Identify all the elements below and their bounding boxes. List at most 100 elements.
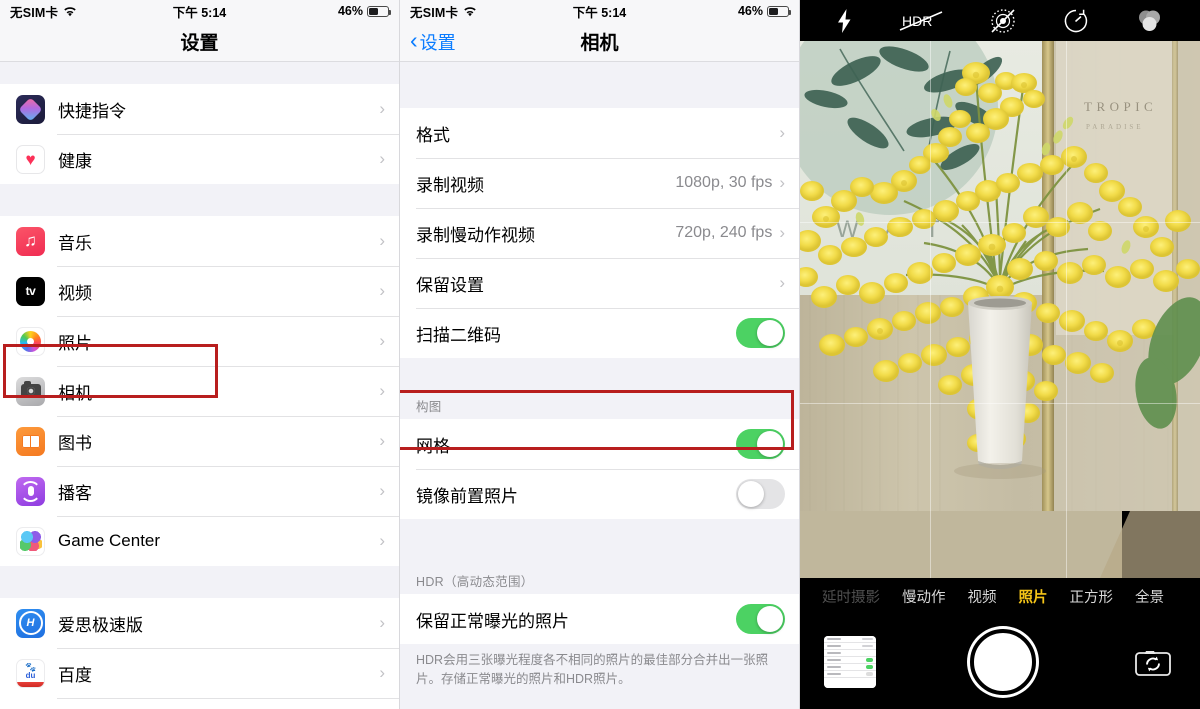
- camera-mode-selector[interactable]: 延时摄影 慢动作 视频 照片 正方形 全景: [800, 578, 1200, 615]
- setting-row-preserve-settings[interactable]: 保留设置 ›: [400, 258, 799, 308]
- battery-percent-label: 46%: [737, 4, 763, 18]
- viewfinder-scene: W A T TROPIC PARADISE: [800, 41, 1200, 578]
- setting-row-format[interactable]: 格式 ›: [400, 108, 799, 158]
- row-label: 扫描二维码: [416, 325, 501, 345]
- last-photo-thumbnail[interactable]: [824, 636, 876, 688]
- tv-icon: [16, 276, 45, 306]
- sidebar-item-baidu[interactable]: 🐾 du 百度 ›: [0, 648, 399, 698]
- flash-icon[interactable]: [837, 8, 852, 33]
- setting-row-mirror-front-photos[interactable]: 镜像前置照片: [400, 469, 799, 519]
- camera-settings-navbar: ‹ 设置 相机: [400, 22, 799, 62]
- baidu-icon: 🐾 du: [16, 658, 45, 688]
- row-label: 图书: [58, 433, 92, 453]
- sidebar-item-podcasts[interactable]: 播客 ›: [0, 466, 399, 516]
- row-label: 音乐: [58, 233, 92, 253]
- podcasts-icon: [16, 476, 45, 506]
- mode-slomo[interactable]: 慢动作: [902, 586, 946, 607]
- chevron-right-icon: ›: [779, 123, 785, 142]
- camera-icon: [16, 376, 45, 406]
- mode-video[interactable]: 视频: [968, 586, 997, 607]
- svg-text:TROPIC: TROPIC: [1084, 99, 1157, 114]
- camera-bottom-controls: [800, 615, 1200, 709]
- chevron-left-icon: ‹: [410, 27, 418, 53]
- sidebar-item-tv[interactable]: 视频 ›: [0, 266, 399, 316]
- flip-camera-button[interactable]: [1130, 642, 1176, 682]
- setting-row-record-video[interactable]: 录制视频 1080p, 30 fps ›: [400, 158, 799, 208]
- row-label: 视频: [58, 283, 92, 303]
- page-title: 相机: [580, 33, 619, 54]
- group-spacer: [0, 566, 399, 598]
- sidebar-item-camera[interactable]: 相机 ›: [0, 366, 399, 416]
- camera-settings-scroll[interactable]: 格式 › 录制视频 1080p, 30 fps › 录制慢动作视频 720p, …: [400, 62, 799, 709]
- status-bar-right-group: 46%: [737, 4, 791, 18]
- row-label: 镜像前置照片: [416, 486, 518, 506]
- sidebar-item-shortcuts[interactable]: 快捷指令 ›: [0, 84, 399, 134]
- carrier-label: 无SIM卡: [10, 5, 59, 20]
- setting-row-grid[interactable]: 网格: [400, 419, 799, 469]
- mode-square[interactable]: 正方形: [1070, 586, 1114, 607]
- sidebar-item-music[interactable]: 音乐 ›: [0, 216, 399, 266]
- mode-photo[interactable]: 照片: [1019, 586, 1048, 607]
- back-button-label: 设置: [419, 32, 456, 53]
- sidebar-item-douyin[interactable]: 抖音 ›: [0, 698, 399, 709]
- row-label: 百度: [58, 665, 92, 685]
- group-spacer: [0, 62, 399, 84]
- camera-group-composition: 网格 镜像前置照片: [400, 419, 799, 519]
- row-value: 1080p, 30 fps: [675, 174, 773, 191]
- row-label: 健康: [58, 151, 92, 171]
- filters-icon[interactable]: [1135, 8, 1163, 34]
- shutter-button[interactable]: [970, 629, 1036, 695]
- setting-row-scan-qr[interactable]: 扫描二维码: [400, 308, 799, 358]
- shortcuts-icon: [16, 94, 45, 124]
- mode-pano[interactable]: 全景: [1135, 586, 1164, 607]
- aisi-icon: [16, 608, 45, 638]
- carrier-label: 无SIM卡: [410, 5, 459, 20]
- camera-top-controls: HDR: [800, 0, 1200, 41]
- camera-group-capture: 格式 › 录制视频 1080p, 30 fps › 录制慢动作视频 720p, …: [400, 108, 799, 358]
- mirror-front-toggle[interactable]: [736, 479, 785, 509]
- status-bar-left-group: 无SIM卡: [10, 2, 77, 21]
- row-label: 录制视频: [416, 175, 484, 195]
- baidu-wordmark: du: [25, 670, 36, 680]
- chevron-right-icon: ›: [379, 149, 385, 168]
- grid-toggle[interactable]: [736, 429, 785, 459]
- page-title: 设置: [180, 33, 219, 54]
- hdr-off-icon[interactable]: HDR: [898, 9, 944, 33]
- live-photo-off-icon[interactable]: [990, 8, 1016, 34]
- row-label: 格式: [416, 125, 450, 145]
- battery-icon: [767, 5, 791, 17]
- chevron-right-icon: ›: [779, 273, 785, 292]
- row-label: Game Center: [58, 531, 161, 550]
- row-label: 相机: [58, 383, 92, 403]
- thumbnail-preview: [824, 636, 876, 688]
- settings-scroll[interactable]: 快捷指令 › 健康 › 音乐 › 视频: [0, 62, 399, 709]
- row-label: 网格: [416, 436, 450, 456]
- camera-viewfinder[interactable]: W A T TROPIC PARADISE: [800, 41, 1200, 578]
- books-icon: [16, 426, 45, 456]
- keep-normal-photo-toggle[interactable]: [736, 604, 785, 634]
- status-bar-left-group: 无SIM卡: [410, 2, 477, 21]
- camera-settings-panel: 无SIM卡 下午 5:14 46% ‹ 设置 相机 格式 › 录制视频 1080…: [400, 0, 800, 709]
- setting-row-keep-normal-photo[interactable]: 保留正常曝光的照片: [400, 594, 799, 644]
- sidebar-item-books[interactable]: 图书 ›: [0, 416, 399, 466]
- sidebar-item-photos[interactable]: 照片 ›: [0, 316, 399, 366]
- group-spacer: [0, 184, 399, 216]
- grid-line-horizontal-1: [800, 222, 1200, 223]
- chevron-right-icon: ›: [379, 231, 385, 250]
- back-button[interactable]: ‹ 设置: [400, 29, 456, 55]
- group-spacer: [400, 358, 799, 390]
- health-icon: [16, 144, 45, 174]
- setting-row-record-slomo[interactable]: 录制慢动作视频 720p, 240 fps ›: [400, 208, 799, 258]
- group-spacer: [400, 519, 799, 565]
- row-label: 保留正常曝光的照片: [416, 611, 569, 631]
- sidebar-item-health[interactable]: 健康 ›: [0, 134, 399, 184]
- sidebar-item-game-center[interactable]: Game Center ›: [0, 516, 399, 566]
- sidebar-item-aisi[interactable]: 爱思极速版 ›: [0, 598, 399, 648]
- scan-qr-toggle[interactable]: [736, 318, 785, 348]
- timer-icon[interactable]: [1063, 8, 1089, 34]
- row-label: 保留设置: [416, 275, 484, 295]
- mode-timelapse[interactable]: 延时摄影: [822, 586, 880, 607]
- baidu-banner: [17, 681, 44, 687]
- chevron-right-icon: ›: [779, 223, 785, 242]
- settings-group-thirdparty: 爱思极速版 › 🐾 du 百度 › 抖音 ›: [0, 598, 399, 709]
